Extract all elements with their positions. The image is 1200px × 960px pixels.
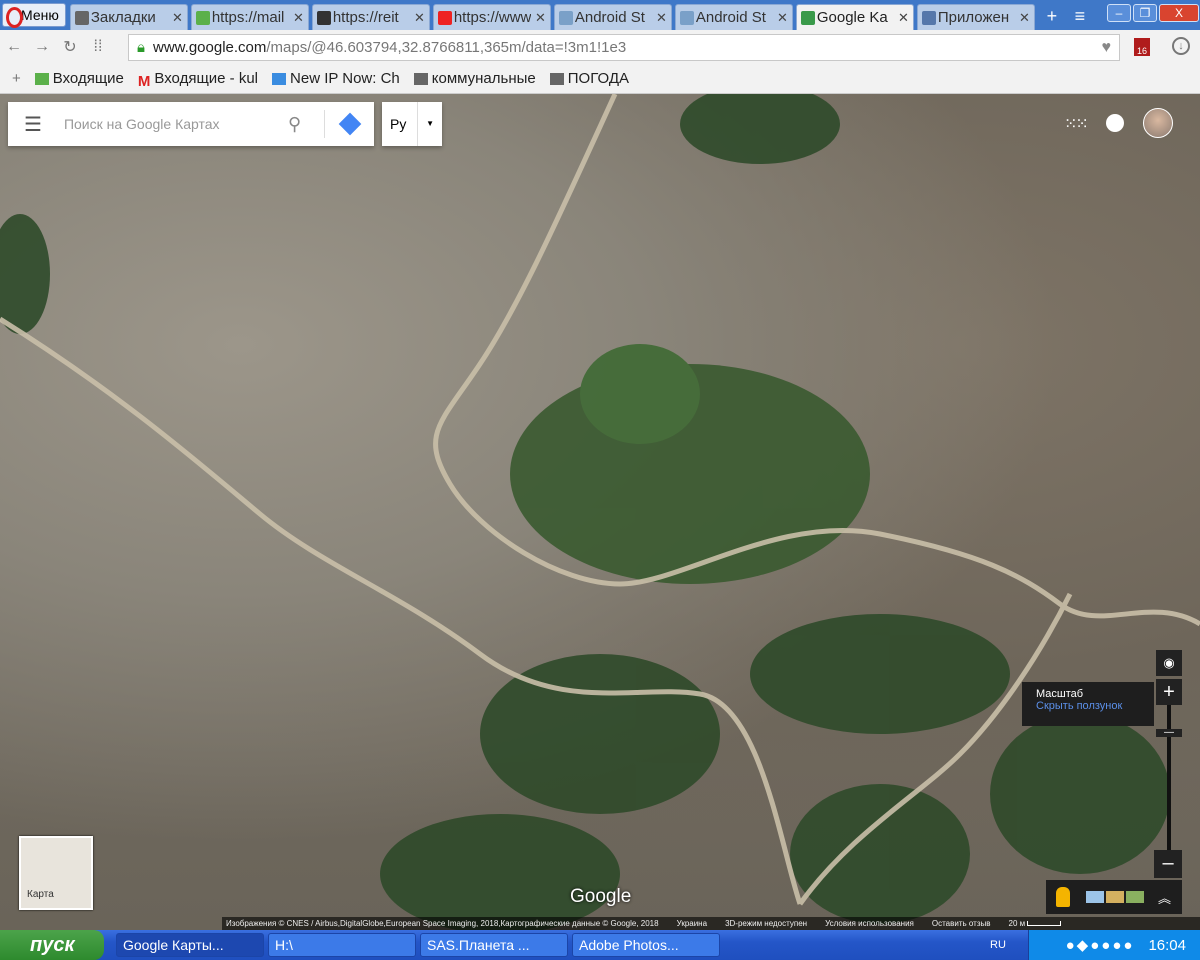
forward-icon[interactable]: → [28, 38, 56, 56]
input-language[interactable]: RU [990, 939, 1006, 951]
close-tab-icon[interactable]: ✕ [777, 10, 788, 26]
favicon-icon [437, 10, 452, 25]
browser-tab[interactable]: Android St ✕ [553, 4, 672, 30]
close-window-button[interactable]: X [1159, 4, 1199, 22]
favicon-icon [195, 10, 210, 25]
bottom-controls: ︽ [1046, 880, 1182, 914]
favicon-icon [74, 10, 89, 25]
bookmark-item[interactable]: M Входящие - kul [138, 70, 258, 90]
chevron-down-icon: ▼ [417, 102, 434, 146]
clock: 16:04 [1148, 936, 1186, 954]
layer-switch-button[interactable]: Карта [19, 836, 93, 910]
speed-dial-icon[interactable]: ⁞⁞ [84, 38, 112, 56]
lock-icon: 🔒︎ [137, 39, 145, 56]
minimize-button[interactable]: – [1107, 4, 1131, 22]
favicon-icon [800, 10, 815, 25]
map-imagery [0, 94, 1200, 930]
favicon-icon [558, 10, 573, 25]
taskbar-item[interactable]: SAS.Планета ... [420, 933, 568, 957]
browser-tab[interactable]: Android St ✕ [674, 4, 793, 30]
taskbar-item[interactable]: Adobe Photos... [572, 933, 720, 957]
bookmark-folder[interactable]: коммунальные [413, 70, 536, 87]
bookmarks-bar: + Входящие M Входящие - kul New IP Now: C… [0, 64, 1200, 94]
tab-bar: Меню Закладки ✕ https://mail ✕ https://reit ✕… [0, 0, 1200, 30]
google-logo: Google [570, 886, 632, 907]
download-icon[interactable]: ↓ [1172, 37, 1190, 55]
browser-tab[interactable]: Закладки ✕ [69, 4, 188, 30]
zoom-slider-handle[interactable]: — [1156, 728, 1182, 738]
start-button[interactable]: пуск [0, 930, 104, 960]
zoom-in-button[interactable]: + [1156, 679, 1182, 705]
browser-tab[interactable]: Приложен ✕ [916, 4, 1035, 30]
search-icon[interactable]: ⚲ [288, 114, 324, 135]
close-tab-icon[interactable]: ✕ [414, 10, 425, 26]
search-input[interactable]: Поиск на Google Картах [64, 116, 288, 132]
taskbar: пуск Google Карты... H:\ SAS.Планета ...… [0, 930, 1200, 960]
bookmark-item[interactable]: Входящие [34, 70, 124, 87]
close-tab-icon[interactable]: ✕ [1019, 10, 1030, 26]
directions-icon[interactable] [324, 110, 374, 138]
close-tab-icon[interactable]: ✕ [172, 10, 183, 26]
browser-menu-button[interactable]: Меню [2, 3, 66, 28]
hide-slider-link[interactable]: Скрыть ползунок [1036, 700, 1140, 712]
zoom-out-button[interactable]: – [1154, 850, 1182, 878]
taskbar-item[interactable]: Google Карты... [116, 933, 264, 957]
address-bar: ← → ↻ ⁞⁞ 🔒︎ www.google.com/maps/@46.6037… [0, 30, 1200, 64]
scale-bar[interactable]: 20 м [1009, 919, 1062, 928]
extension-icon[interactable]: 16 [1134, 38, 1150, 56]
expand-icon[interactable]: ︽ [1158, 888, 1171, 907]
notifications-icon[interactable] [1106, 114, 1124, 132]
map-footer: Изображения © CNES / Airbus,DigitalGlobe… [222, 917, 1200, 930]
tab-list-icon[interactable]: ≡ [1066, 2, 1094, 30]
back-icon[interactable]: ← [0, 38, 28, 56]
maximize-button[interactable]: ❐ [1133, 4, 1157, 22]
satellite-map[interactable]: ☰ Поиск на Google Картах ⚲ Ру ▼ ⁙⁙ Карта … [0, 94, 1200, 930]
my-location-button[interactable]: ◉ [1156, 650, 1182, 676]
browser-tab[interactable]: https://www ✕ [432, 4, 551, 30]
apps-grid-icon[interactable]: ⁙⁙ [1064, 114, 1089, 134]
pegman-icon[interactable] [1056, 887, 1070, 907]
close-tab-icon[interactable]: ✕ [535, 10, 546, 26]
reload-icon[interactable]: ↻ [56, 37, 84, 57]
imagery-thumb[interactable] [1126, 891, 1144, 903]
hamburger-menu-icon[interactable]: ☰ [24, 112, 42, 137]
close-tab-icon[interactable]: ✕ [293, 10, 304, 26]
system-tray: ●◆●●●● 16:04 [1028, 930, 1200, 960]
browser-tab[interactable]: https://mail ✕ [190, 4, 309, 30]
close-tab-icon[interactable]: ✕ [898, 10, 909, 26]
add-bookmark-button[interactable]: + [12, 70, 21, 87]
zoom-tooltip: Масштаб Скрыть ползунок [1022, 682, 1154, 726]
favicon-icon [679, 10, 694, 25]
url-input[interactable]: 🔒︎ www.google.com/maps/@46.603794,32.876… [128, 34, 1120, 61]
browser-tab[interactable]: https://reit ✕ [311, 4, 430, 30]
imagery-thumb[interactable] [1086, 891, 1104, 903]
bookmark-item[interactable]: New IP Now: Ch [272, 70, 400, 87]
language-select[interactable]: Ру ▼ [382, 102, 442, 146]
imagery-thumb[interactable] [1106, 891, 1124, 903]
tray-icons[interactable]: ●◆●●●● [1066, 936, 1135, 954]
favicon-icon [921, 10, 936, 25]
avatar[interactable] [1143, 108, 1173, 138]
search-box: ☰ Поиск на Google Картах ⚲ [8, 102, 374, 146]
favicon-icon [316, 10, 331, 25]
new-tab-button[interactable]: + [1038, 2, 1066, 30]
browser-tab[interactable]: Google Ka ✕ [795, 4, 914, 30]
close-tab-icon[interactable]: ✕ [656, 10, 667, 26]
bookmark-folder[interactable]: ПОГОДА [549, 70, 629, 87]
taskbar-item[interactable]: H:\ [268, 933, 416, 957]
bookmark-heart-icon[interactable]: ♥ [1102, 39, 1112, 57]
